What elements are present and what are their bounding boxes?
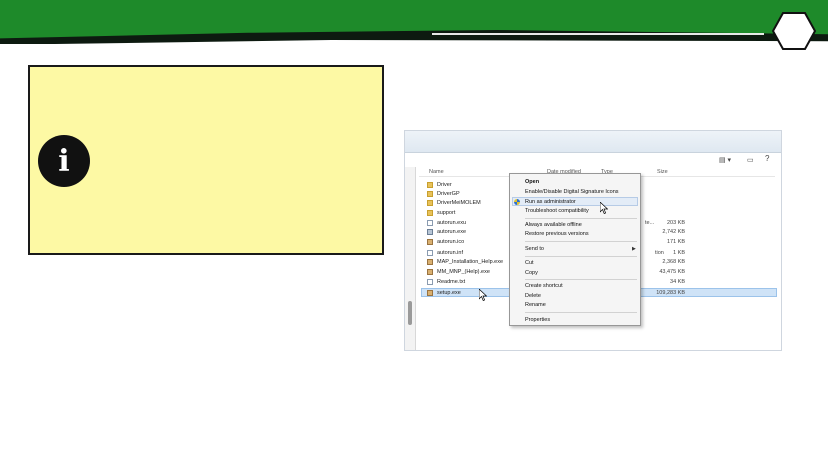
file-name: autorun.exu <box>437 219 467 226</box>
file-size: 171 KB <box>666 239 685 245</box>
info-note-box: i <box>28 65 384 255</box>
exe-icon <box>427 228 433 235</box>
menu-item-copy[interactable]: Copy <box>525 269 538 277</box>
file-name: autorun.ico <box>437 238 465 245</box>
menu-separator <box>525 241 637 242</box>
menu-item-restore[interactable]: Restore previous versions <box>525 230 589 238</box>
column-header-size[interactable]: Size <box>657 169 668 175</box>
mouse-pointer-icon <box>479 289 487 301</box>
pane-toggle-icon[interactable]: ▭ <box>747 156 754 164</box>
doc-icon <box>427 219 433 226</box>
doc-icon <box>427 249 433 256</box>
context-menu: Open Enable/Disable Digital Signature Ic… <box>509 173 641 326</box>
file-size: 43,475 KB <box>659 269 685 275</box>
file-row[interactable]: autorun.exu <box>427 218 466 227</box>
file-name: support <box>437 209 456 216</box>
mouse-pointer-icon <box>600 202 608 214</box>
info-icon: i <box>38 135 90 187</box>
folder-icon <box>427 209 433 216</box>
file-row[interactable]: DriverGP <box>427 189 460 198</box>
file-size: 2,742 KB <box>662 229 685 235</box>
explorer-toolbar <box>405 131 781 153</box>
file-row[interactable]: Readme.txt <box>427 277 465 286</box>
doc-icon <box>427 278 433 285</box>
menu-item-delete[interactable]: Delete <box>525 292 541 300</box>
file-row[interactable]: MAP_Installation_Help.exe <box>427 257 503 266</box>
file-row[interactable]: autorun.inf <box>427 248 463 257</box>
file-name: MAP_Installation_Help.exe <box>437 258 504 265</box>
file-name: Driver <box>437 181 452 188</box>
file-size: 2,368 KB <box>662 259 685 265</box>
column-header-name[interactable]: Name <box>429 169 444 175</box>
file-row[interactable]: autorun.exe <box>427 227 466 236</box>
app-icon <box>427 238 433 245</box>
menu-item-cut[interactable]: Cut <box>525 259 534 267</box>
menu-item-rename[interactable]: Rename <box>525 301 546 309</box>
menu-item-properties[interactable]: Properties <box>525 316 550 324</box>
app-icon <box>427 268 433 275</box>
menu-separator <box>525 256 637 257</box>
menu-item-run-as-admin[interactable]: Run as administrator <box>525 198 576 206</box>
help-icon[interactable]: ? <box>765 154 769 163</box>
file-row[interactable]: autorun.ico <box>427 237 464 246</box>
uac-shield-icon <box>514 199 520 205</box>
folder-icon <box>427 190 433 197</box>
file-size: 109,283 KB <box>656 290 685 296</box>
menu-separator <box>525 312 637 313</box>
menu-item-troubleshoot[interactable]: Troubleshoot compatibility <box>525 207 589 215</box>
menu-item-send-to[interactable]: Send to <box>525 245 544 253</box>
header-accent-line <box>432 33 764 35</box>
file-name: autorun.inf <box>437 249 463 256</box>
app-icon <box>427 289 433 296</box>
file-row[interactable]: DriverMeiMOLEM <box>427 198 481 207</box>
explorer-screenshot: ▤ ▾ ▭ ? Name Date modified Type Size Dri… <box>404 130 782 351</box>
menu-item-digital-signature[interactable]: Enable/Disable Digital Signature Icons <box>525 188 619 196</box>
file-name: Readme.txt <box>437 278 466 285</box>
view-options-icon[interactable]: ▤ ▾ <box>719 156 731 164</box>
menu-item-offline[interactable]: Always available offline <box>525 221 582 229</box>
menu-item-open[interactable]: Open <box>525 178 539 186</box>
file-name: DriverMeiMOLEM <box>437 199 481 206</box>
file-name: DriverGP <box>437 190 460 197</box>
hexagon-badge-icon <box>772 12 816 50</box>
submenu-arrow-icon: ▶ <box>632 246 636 252</box>
menu-separator <box>525 279 637 280</box>
file-row[interactable]: MM_MNP_(Help).exe <box>427 267 490 276</box>
file-row[interactable]: Driver <box>427 180 452 189</box>
nav-scrollbar-thumb[interactable] <box>408 301 412 325</box>
file-row[interactable]: support <box>427 208 455 217</box>
menu-separator <box>525 218 637 219</box>
folder-icon <box>427 199 433 206</box>
file-name: autorun.exe <box>437 228 467 235</box>
file-size: 1 KB <box>673 250 685 256</box>
navigation-pane <box>405 167 416 350</box>
file-name: setup.exe <box>437 289 461 296</box>
menu-item-create-shortcut[interactable]: Create shortcut <box>525 282 563 290</box>
app-icon <box>427 258 433 265</box>
file-size: 203 KB <box>666 220 685 226</box>
file-row[interactable]: setup.exe <box>427 288 461 297</box>
file-name: MM_MNP_(Help).exe <box>437 268 490 275</box>
file-size: 34 KB <box>670 279 685 285</box>
folder-icon <box>427 181 433 188</box>
